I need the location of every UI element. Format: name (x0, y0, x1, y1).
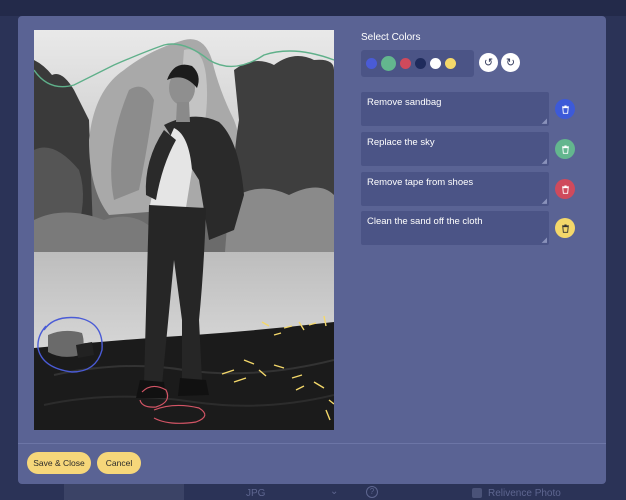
delete-note-button[interactable] (555, 179, 575, 199)
undo-button[interactable]: ↺ (479, 53, 498, 72)
trash-icon (561, 223, 569, 233)
photo-markup-svg[interactable] (34, 30, 334, 430)
resize-grip-icon[interactable]: ◢ (542, 157, 547, 165)
color-swatch-yellow[interactable] (445, 58, 456, 69)
color-swatch-red[interactable] (400, 58, 411, 69)
photo-canvas[interactable] (34, 30, 334, 430)
select-colors-title: Select Colors (361, 32, 421, 43)
footer-divider (18, 443, 606, 444)
person-neck (176, 102, 190, 122)
resize-grip-icon[interactable]: ◢ (542, 117, 547, 125)
background-format-select: JPG (246, 488, 266, 499)
save-and-close-button[interactable]: Save & Close (27, 452, 91, 474)
trash-icon (561, 104, 569, 114)
annotation-note-text: Remove tape from shoes (367, 177, 474, 188)
markup-editor-modal: Select Colors ↺ ↻ Remove sandbag ◢ Replace… (18, 16, 606, 484)
annotation-note-input[interactable]: Clean the sand off the cloth ◢ (361, 211, 549, 245)
chevron-down-icon: ⌄ (330, 486, 339, 497)
background-top-bar (0, 0, 626, 16)
annotation-note-text: Replace the sky (367, 137, 435, 148)
redo-icon: ↻ (505, 57, 516, 69)
background-checkbox (472, 488, 482, 498)
color-swatch-navy[interactable] (415, 58, 426, 69)
trash-icon (561, 184, 569, 194)
color-swatch-green[interactable] (381, 56, 396, 71)
resize-grip-icon[interactable]: ◢ (542, 236, 547, 244)
background-checkbox-label: Relivence Photo (488, 488, 561, 499)
person-shoes (178, 378, 209, 396)
resize-grip-icon[interactable]: ◢ (542, 197, 547, 205)
question-circle-icon: ? (366, 486, 378, 498)
annotation-note-input[interactable]: Remove sandbag ◢ (361, 92, 549, 126)
redo-button[interactable]: ↻ (501, 53, 520, 72)
person-shoes (136, 380, 166, 398)
annotation-note-text: Clean the sand off the cloth (367, 216, 483, 227)
annotation-note-input[interactable]: Remove tape from shoes ◢ (361, 172, 549, 206)
delete-note-button[interactable] (555, 139, 575, 159)
undo-icon: ↺ (483, 57, 494, 69)
delete-note-button[interactable] (555, 218, 575, 238)
color-swatch-white[interactable] (430, 58, 441, 69)
annotation-note-input[interactable]: Replace the sky ◢ (361, 132, 549, 166)
color-swatch-blue[interactable] (366, 58, 377, 69)
trash-icon (561, 144, 569, 154)
delete-note-button[interactable] (555, 99, 575, 119)
color-palette (361, 50, 474, 77)
annotation-note-text: Remove sandbag (367, 97, 442, 108)
cancel-button[interactable]: Cancel (97, 452, 141, 474)
